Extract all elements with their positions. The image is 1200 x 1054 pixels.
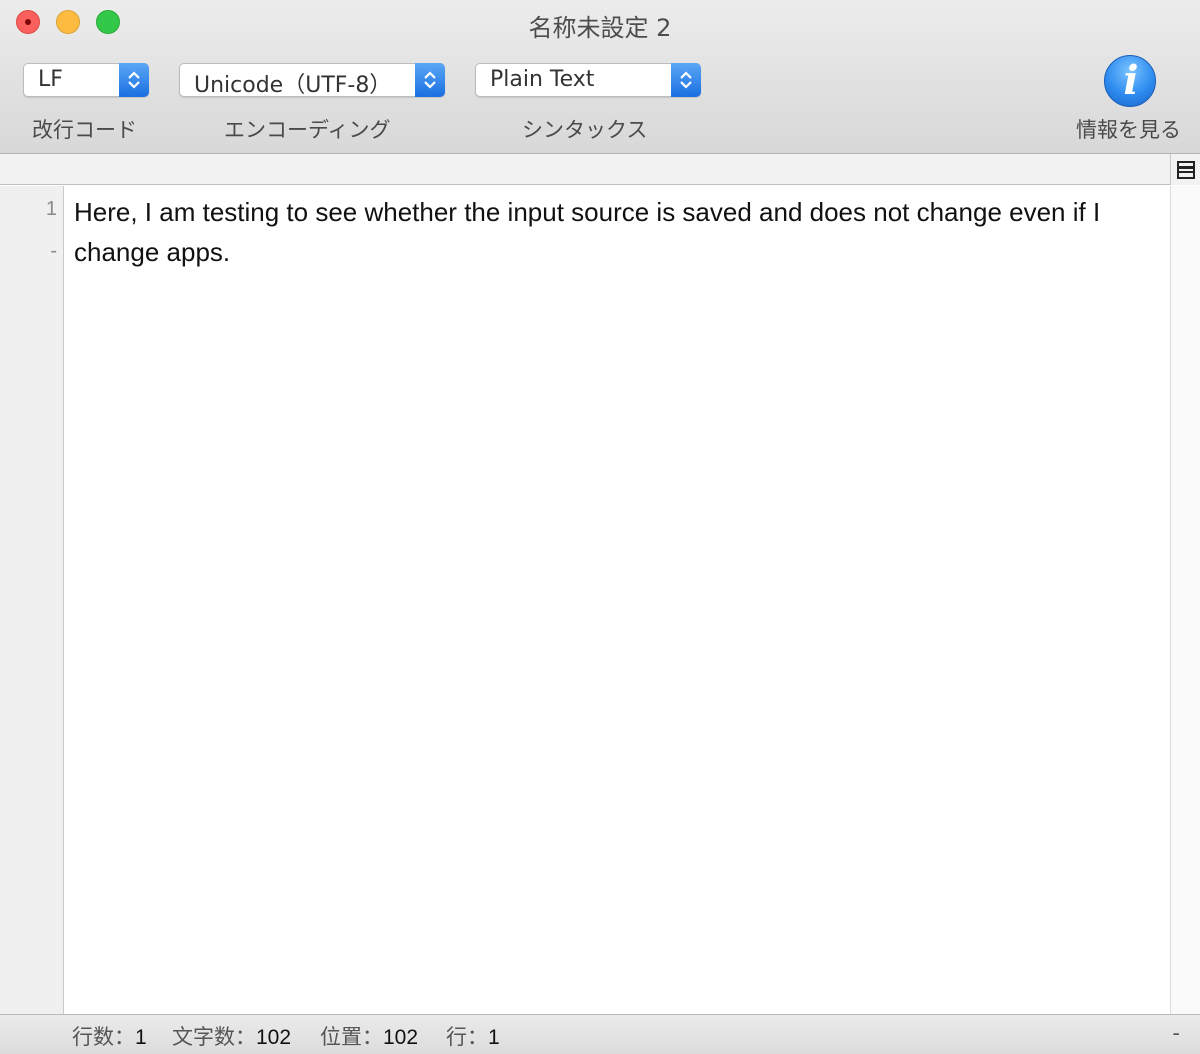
status-bar: 行数：1 文字数：102 位置：102 行：1 - bbox=[0, 1014, 1200, 1054]
status-lines: 行数：1 bbox=[72, 1021, 147, 1051]
status-chars-value: 102 bbox=[256, 1026, 292, 1049]
status-position-value: 102 bbox=[383, 1026, 419, 1049]
updown-arrows-icon bbox=[119, 63, 149, 97]
line-number-gutter: 1 - bbox=[0, 186, 64, 1014]
vertical-scrollbar[interactable] bbox=[1170, 186, 1200, 1014]
status-position: 位置：102 bbox=[320, 1021, 418, 1051]
info-button[interactable]: i bbox=[1104, 55, 1156, 107]
updown-arrows-icon bbox=[671, 63, 701, 97]
status-right: - bbox=[1172, 1021, 1180, 1045]
status-row-label: 行： bbox=[446, 1025, 488, 1049]
editor-window: 名称未設定 2 LF 改行コード Unicode（UTF-8） エンコーディング… bbox=[0, 0, 1200, 1054]
status-row-value: 1 bbox=[488, 1026, 500, 1049]
status-chars: 文字数：102 bbox=[172, 1021, 291, 1051]
updown-arrows-icon bbox=[415, 63, 445, 97]
window-title: 名称未設定 2 bbox=[528, 14, 672, 42]
status-lines-label: 行数： bbox=[72, 1025, 135, 1049]
line-number-wrap: - bbox=[50, 240, 57, 262]
text-editor[interactable]: Here, I am testing to see whether the in… bbox=[64, 186, 1170, 1014]
line-ending-popup[interactable]: LF bbox=[23, 63, 149, 97]
line-number: 1 bbox=[45, 198, 57, 220]
line-ending-value: LF bbox=[38, 67, 63, 92]
syntax-value: Plain Text bbox=[490, 67, 595, 92]
split-view-button[interactable] bbox=[1170, 154, 1200, 185]
line-ending-label: 改行コード bbox=[32, 118, 137, 142]
status-chars-label: 文字数： bbox=[172, 1025, 256, 1049]
status-row: 行：1 bbox=[446, 1021, 500, 1051]
navigation-bar bbox=[0, 154, 1200, 185]
status-position-label: 位置： bbox=[320, 1025, 383, 1049]
encoding-value: Unicode（UTF-8） bbox=[194, 73, 392, 98]
info-label: 情報を見る bbox=[1076, 118, 1181, 142]
status-lines-value: 1 bbox=[135, 1026, 147, 1049]
syntax-label: シンタックス bbox=[522, 118, 648, 142]
split-view-icon bbox=[1177, 161, 1195, 179]
info-icon: i bbox=[1123, 57, 1139, 104]
encoding-popup[interactable]: Unicode（UTF-8） bbox=[179, 63, 445, 98]
toolbar: 名称未設定 2 LF 改行コード Unicode（UTF-8） エンコーディング… bbox=[0, 0, 1200, 154]
syntax-popup[interactable]: Plain Text bbox=[475, 63, 701, 97]
encoding-label: エンコーディング bbox=[224, 118, 391, 142]
editor-content[interactable]: Here, I am testing to see whether the in… bbox=[74, 192, 1166, 272]
